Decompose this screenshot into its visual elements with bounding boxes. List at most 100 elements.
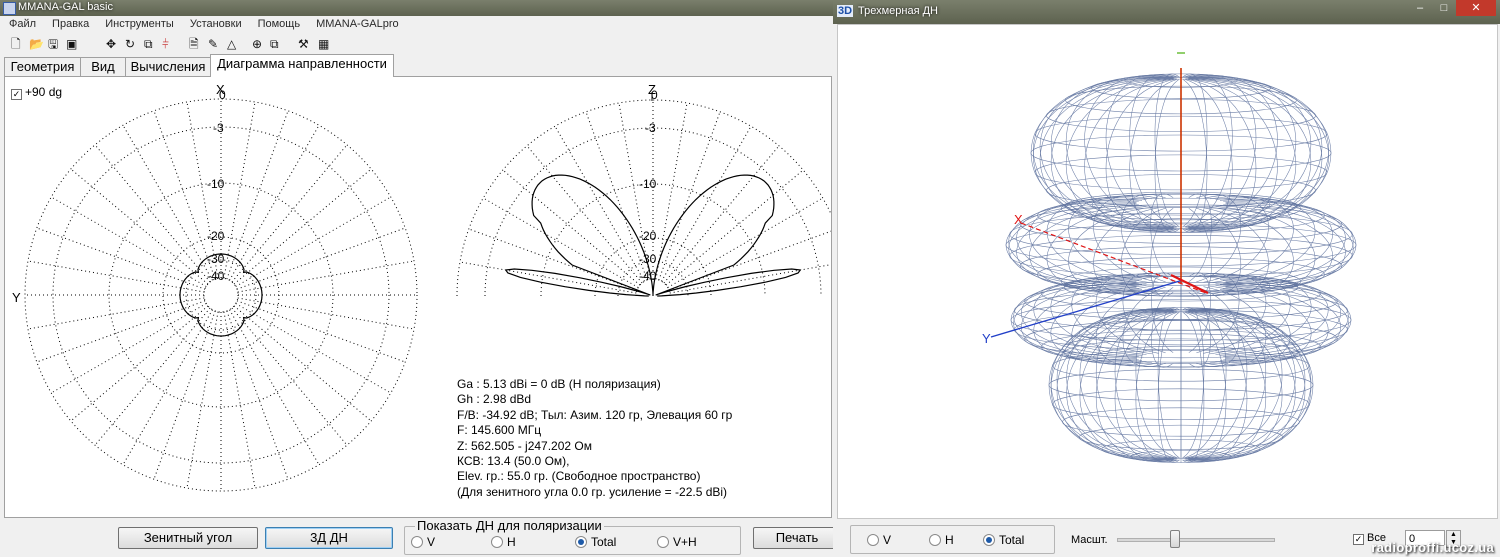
upper-lobe-meridian bbox=[1084, 74, 1176, 228]
radio-circle bbox=[929, 534, 941, 546]
tab-calculations[interactable]: Вычисления bbox=[125, 57, 211, 76]
azimuth-spoke bbox=[231, 307, 348, 446]
add-wire-icon[interactable]: ⧉ bbox=[144, 37, 153, 51]
azimuth-spoke bbox=[36, 300, 206, 363]
radio-label: V bbox=[427, 535, 436, 549]
new-file-icon[interactable]: 🗋 bbox=[11, 37, 21, 51]
polarization-3d-h-radio[interactable]: H bbox=[929, 534, 954, 547]
menu-help[interactable]: Помощь bbox=[249, 16, 308, 34]
menu-tools[interactable]: Инструменты bbox=[96, 16, 181, 34]
lower-middle-lobe-meridian bbox=[1151, 287, 1174, 368]
view-3d-button[interactable]: 3Д ДН bbox=[265, 527, 393, 549]
scale-slider[interactable] bbox=[1117, 530, 1275, 548]
pattern-3d-view[interactable]: XY bbox=[837, 24, 1498, 519]
slider-thumb[interactable] bbox=[1170, 530, 1180, 548]
menu-bar: Файл Правка Инструменты Установки Помощь… bbox=[0, 16, 833, 34]
move-arrows-icon[interactable]: ✥ bbox=[106, 37, 116, 51]
main-bottom-bar: Зенитный угол 3Д ДН Показать ДН для поля… bbox=[0, 517, 833, 557]
polarization-total-radio[interactable]: Total bbox=[575, 536, 616, 549]
elevation-spoke bbox=[669, 264, 831, 294]
radio-circle bbox=[491, 536, 503, 548]
azimuth-spoke bbox=[236, 300, 406, 363]
polarization-h-radio[interactable]: H bbox=[491, 536, 516, 549]
azimuth-pattern-curve bbox=[179, 253, 263, 337]
middle-lobe-meridian bbox=[1150, 193, 1174, 282]
azimuth-spoke bbox=[70, 168, 209, 285]
all-checkbox[interactable]: ✓ bbox=[1353, 534, 1364, 545]
middle-lobe-meridian bbox=[1188, 193, 1212, 282]
radio-circle-selected bbox=[983, 534, 995, 546]
azimuth-spoke bbox=[235, 196, 391, 287]
menu-settings[interactable]: Установки bbox=[181, 16, 249, 34]
menu-edit[interactable]: Правка bbox=[43, 16, 96, 34]
polarization-vh-radio[interactable]: V+H bbox=[657, 536, 697, 549]
save-disk-icon[interactable]: 🖫 bbox=[48, 37, 58, 51]
plus90-toggle[interactable]: ✓ +90 dg bbox=[11, 85, 62, 100]
azimuth-spoke bbox=[236, 227, 406, 290]
polarization-3d-total-radio[interactable]: Total bbox=[983, 534, 1024, 547]
edit-icon[interactable]: ✎ bbox=[208, 37, 218, 51]
radio-label: H bbox=[945, 533, 954, 547]
upper-lobe-meridian bbox=[1182, 73, 1208, 228]
window-3d-title: Трехмерная ДН bbox=[858, 5, 938, 17]
azimuth-ring-label-3: -20 bbox=[207, 229, 225, 243]
tab-view[interactable]: Вид bbox=[80, 57, 126, 76]
elevation-ring-label-3: -20 bbox=[639, 229, 657, 243]
menu-mmana-gal-pro[interactable]: MMANA-GALpro bbox=[307, 16, 406, 34]
print-button[interactable]: Печать bbox=[753, 527, 833, 549]
azimuth-spoke bbox=[122, 309, 213, 465]
tools-icon[interactable]: ⚒ bbox=[298, 37, 309, 51]
azimuth-spoke bbox=[70, 305, 209, 422]
upper-lobe-meridian bbox=[1182, 78, 1208, 233]
spin-up-icon[interactable]: ▲ bbox=[1447, 531, 1460, 539]
tab-radiation-pattern[interactable]: Диаграмма направленности bbox=[210, 54, 394, 77]
elevation-ring-0 bbox=[456, 99, 831, 297]
target-icon[interactable]: ⊕ bbox=[252, 37, 262, 51]
polarization-v-radio[interactable]: V bbox=[411, 536, 435, 549]
menu-file[interactable]: Файл bbox=[0, 16, 43, 34]
radio-circle bbox=[867, 534, 879, 546]
rotate-icon[interactable]: ↻ bbox=[125, 37, 135, 51]
elevation-spoke bbox=[468, 228, 638, 291]
calculator-icon[interactable]: ▦ bbox=[318, 37, 329, 51]
radio-circle bbox=[657, 536, 669, 548]
lower-middle-lobe-meridian bbox=[1196, 286, 1240, 367]
radio-label: V bbox=[883, 533, 892, 547]
save-as-icon[interactable]: ▣ bbox=[66, 37, 77, 51]
elevation-spoke bbox=[459, 261, 637, 294]
elevation-spoke bbox=[655, 102, 688, 280]
radio-label: Total bbox=[999, 533, 1025, 547]
maximize-icon[interactable]: □ bbox=[1432, 0, 1456, 16]
info-impedance: Z: 562.505 - j247.202 Ом bbox=[457, 438, 592, 453]
plus90-checkbox[interactable]: ✓ bbox=[11, 89, 22, 100]
scale-label: Масшт. bbox=[1071, 534, 1108, 546]
elevation-spoke bbox=[554, 126, 645, 282]
document-icon[interactable]: 🗎 bbox=[189, 37, 199, 51]
polarization-3d-v-radio[interactable]: V bbox=[867, 534, 891, 547]
azimuth-spoke bbox=[235, 303, 391, 394]
lower-lobe-meridian bbox=[1188, 309, 1306, 459]
copy-icon[interactable]: ⧉ bbox=[270, 37, 279, 51]
triangle-icon[interactable]: △ bbox=[227, 37, 236, 51]
main-window-title: MMANA-GAL basic bbox=[18, 1, 113, 13]
radio-label: V+H bbox=[673, 535, 697, 549]
zenith-angle-button[interactable]: Зенитный угол bbox=[118, 527, 258, 549]
gain-info: Ga : 5.13 dBi = 0 dB (H поляризация) Gh … bbox=[457, 377, 732, 500]
info-fb: F/B: -34.92 dB; Тыл: Азим. 120 гр, Элева… bbox=[457, 407, 733, 422]
radio-label: H bbox=[507, 535, 516, 549]
segments-icon[interactable]: ⫩ bbox=[162, 37, 169, 51]
azimuth-spoke bbox=[122, 125, 213, 281]
close-icon[interactable]: ✕ bbox=[1456, 0, 1496, 16]
lower-lobe bbox=[1048, 307, 1314, 463]
window-3d-controls: – □ ✕ bbox=[1408, 0, 1496, 16]
azimuth-spoke bbox=[226, 310, 289, 480]
elevation-spoke bbox=[665, 169, 804, 286]
azimuth-ring-2 bbox=[108, 182, 334, 408]
tab-geometry[interactable]: Геометрия bbox=[4, 57, 81, 76]
plus90-label: +90 dg bbox=[25, 85, 63, 99]
minimize-icon[interactable]: – bbox=[1408, 0, 1432, 16]
azimuth-spoke bbox=[27, 260, 205, 293]
y-axis-label: Y bbox=[982, 331, 991, 346]
open-folder-icon[interactable]: 📂 bbox=[29, 37, 44, 51]
polarization-group: Показать ДН для поляризации V H Total V+… bbox=[404, 518, 741, 555]
